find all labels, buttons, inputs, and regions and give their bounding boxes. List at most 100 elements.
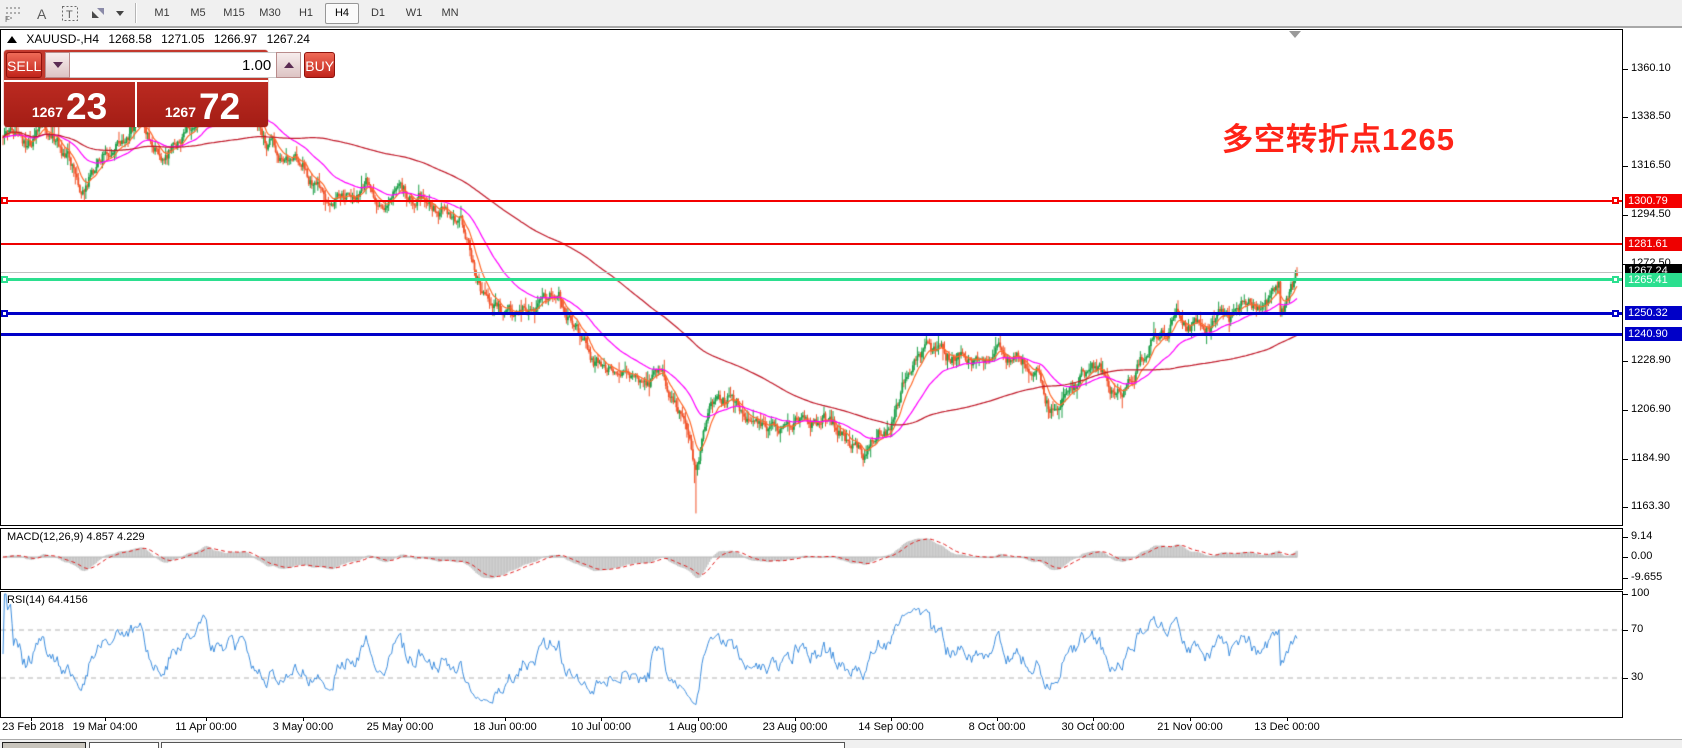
- one-click-trade-panel: SELL BUY 1267 23 1267 72: [4, 50, 268, 127]
- date-axis-label: 10 Jul 00:00: [571, 721, 631, 733]
- text-box-icon[interactable]: T: [57, 2, 83, 24]
- price-axis-label: 1184.90: [1631, 452, 1670, 464]
- text-label-icon[interactable]: A: [29, 2, 55, 24]
- date-axis-tick: [997, 717, 998, 721]
- hline-handle[interactable]: [1, 310, 8, 317]
- price-axis-tick: [1623, 507, 1628, 508]
- hline-1300.79[interactable]: [1, 200, 1622, 202]
- date-axis-label: 25 May 00:00: [367, 721, 434, 733]
- timeframe-group: M1M5M15M30H1H4D1W1MN: [144, 3, 468, 24]
- svg-text:T: T: [66, 9, 73, 21]
- date-axis-label: 14 Sep 00:00: [858, 721, 923, 733]
- chart-tab[interactable]: [2, 742, 86, 748]
- ohlc-open: 1268.58: [108, 32, 151, 46]
- price-axis-tick: [1623, 215, 1628, 216]
- date-axis-label: 11 Apr 00:00: [175, 721, 237, 733]
- price-axis-label: 1316.50: [1631, 159, 1671, 171]
- macd-axis-tick: [1623, 537, 1628, 538]
- trade-panel-controls: SELL BUY: [4, 50, 268, 80]
- buy-button[interactable]: BUY: [304, 52, 335, 78]
- price-tag-1250.32: 1250.32: [1625, 306, 1682, 320]
- ohlc-close: 1267.24: [267, 32, 310, 46]
- rsi-axis-label: 70: [1631, 623, 1643, 635]
- fibonacci-icon[interactable]: F: [1, 2, 27, 24]
- price-axis-label: 1294.50: [1631, 208, 1671, 220]
- sell-price-box[interactable]: 1267 23: [4, 82, 135, 127]
- date-axis-label: 8 Oct 00:00: [969, 721, 1026, 733]
- price-axis-tick: [1623, 166, 1628, 167]
- hline-handle[interactable]: [1, 276, 8, 283]
- price-tag-1300.79: 1300.79: [1625, 194, 1682, 208]
- trade-panel-prices: 1267 23 1267 72: [4, 82, 268, 127]
- macd-axis-label: -9.655: [1631, 571, 1662, 583]
- timeframe-mn[interactable]: MN: [433, 3, 467, 24]
- hline-1281.61[interactable]: [1, 243, 1622, 245]
- date-axis-tick: [795, 717, 796, 721]
- rsi-axis-label: 30: [1631, 671, 1643, 683]
- volume-input[interactable]: [70, 52, 276, 78]
- sell-button[interactable]: SELL: [6, 52, 42, 78]
- arrows-dropdown-caret[interactable]: [116, 11, 124, 16]
- price-axis-tick: [1623, 459, 1628, 460]
- date-axis-tick: [206, 717, 207, 721]
- timeframe-w1[interactable]: W1: [397, 3, 431, 24]
- price-axis-label: 1163.30: [1631, 500, 1670, 512]
- date-axis-tick: [105, 717, 106, 721]
- date-axis-tick: [698, 717, 699, 721]
- timeframe-h1[interactable]: H1: [289, 3, 323, 24]
- date-axis-label: 1 Aug 00:00: [669, 721, 728, 733]
- date-axis-label: 3 May 00:00: [273, 721, 334, 733]
- timeframe-h4[interactable]: H4: [325, 3, 359, 24]
- price-axis-label: 1228.90: [1631, 354, 1671, 366]
- bid-price-line: [1, 272, 1622, 273]
- date-axis-tick: [601, 717, 602, 721]
- date-axis-label: 19 Mar 04:00: [73, 721, 138, 733]
- hline-handle[interactable]: [1612, 197, 1619, 204]
- timeframe-d1[interactable]: D1: [361, 3, 395, 24]
- price-axis-label: 1206.90: [1631, 403, 1671, 415]
- rsi-axis-tick: [1623, 630, 1628, 631]
- price-axis-tick: [1623, 361, 1628, 362]
- timeframe-m30[interactable]: M30: [253, 3, 287, 24]
- macd-axis-label: 9.14: [1631, 530, 1652, 542]
- rsi-axis-tick: [1623, 678, 1628, 679]
- sell-price-big-figure: 1267: [32, 104, 63, 120]
- date-axis-label: 13 Dec 00:00: [1254, 721, 1319, 733]
- price-tag-1265.41: 1265.41: [1625, 273, 1682, 287]
- chart-title: XAUUSD-,H4 1268.58 1271.05 1266.97 1267.…: [7, 32, 316, 46]
- buy-price-pips: 72: [199, 90, 240, 124]
- hline-handle[interactable]: [1612, 276, 1619, 283]
- svg-text:F: F: [5, 15, 10, 22]
- symbol-label: XAUUSD-,H4: [26, 32, 99, 46]
- date-axis-label: 21 Nov 00:00: [1157, 721, 1222, 733]
- date-axis-label: 30 Oct 00:00: [1062, 721, 1125, 733]
- volume-increment-button[interactable]: [276, 52, 301, 78]
- timeframe-m1[interactable]: M1: [145, 3, 179, 24]
- toolbar: F A T M1M5M15M30H1H4D1W1MN: [0, 0, 1682, 28]
- hline-1250.32[interactable]: [1, 312, 1622, 315]
- chart-tab[interactable]: [89, 742, 159, 748]
- date-axis-label: 18 Jun 00:00: [473, 721, 537, 733]
- date-axis-tick: [505, 717, 506, 721]
- hline-handle[interactable]: [1612, 310, 1619, 317]
- arrows-icon[interactable]: [85, 2, 111, 24]
- timeframe-m5[interactable]: M5: [181, 3, 215, 24]
- macd-axis-tick: [1623, 578, 1628, 579]
- buy-price-box[interactable]: 1267 72: [137, 82, 268, 127]
- timeframe-m15[interactable]: M15: [217, 3, 251, 24]
- volume-decrement-button[interactable]: [45, 52, 70, 78]
- hline-handle[interactable]: [1, 197, 8, 204]
- chart-text-annotation[interactable]: 多空转折点1265: [1222, 114, 1455, 159]
- chart-tab[interactable]: [161, 742, 845, 748]
- macd-axis-tick: [1623, 557, 1628, 558]
- price-axis-tick: [1623, 117, 1628, 118]
- buy-price-big-figure: 1267: [165, 104, 196, 120]
- price-axis-tick: [1623, 69, 1628, 70]
- price-axis-tick: [1623, 410, 1628, 411]
- date-axis-label: 23 Aug 00:00: [763, 721, 828, 733]
- svg-text:A: A: [37, 6, 47, 21]
- hline-1265.41[interactable]: [1, 278, 1622, 281]
- one-click-collapse-icon[interactable]: [7, 36, 17, 43]
- price-axis-label: 1338.50: [1631, 110, 1671, 122]
- hline-1240.90[interactable]: [1, 333, 1622, 336]
